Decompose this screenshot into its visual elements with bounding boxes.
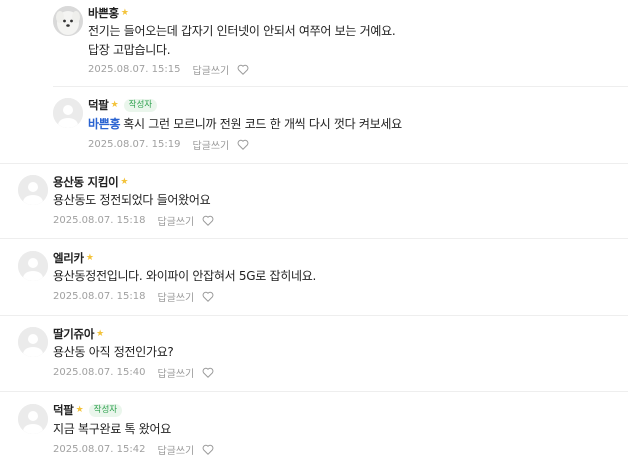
divider (0, 163, 628, 164)
avatar[interactable] (18, 327, 48, 357)
reply-button[interactable]: 답글쓰기 (157, 365, 194, 380)
star-icon: ★ (85, 252, 94, 263)
default-avatar-icon (18, 251, 48, 281)
star-icon: ★ (110, 99, 119, 110)
author-badge: 작성자 (123, 98, 158, 112)
mention-link[interactable]: 바쁜홍 (88, 117, 121, 131)
star-icon: ★ (120, 176, 129, 187)
avatar[interactable] (18, 251, 48, 281)
default-avatar-icon (18, 404, 48, 434)
heart-icon[interactable] (202, 215, 214, 226)
comment-text: 용산동도 정전되었다 들어왔어요 (53, 191, 211, 210)
divider (0, 391, 628, 392)
comment-line: 전기는 들어오는데 갑자기 인터넷이 안되서 여쭈어 보는 거예요. (88, 24, 396, 38)
avatar[interactable] (18, 404, 48, 434)
heart-icon[interactable] (202, 367, 214, 378)
default-avatar-icon (53, 98, 83, 128)
heart-icon[interactable] (237, 139, 249, 150)
comment-author[interactable]: 용산동 지킴이 (53, 174, 119, 190)
divider (0, 315, 628, 316)
star-icon: ★ (96, 328, 105, 339)
avatar[interactable] (18, 175, 48, 205)
comment-date: 2025.08.07. 15:19 (88, 138, 181, 150)
comment-text: 바쁜홍 혹시 그런 모르니까 전원 코드 한 개씩 다시 껏다 켜보세요 (88, 115, 402, 134)
comment-line: 용산동 아직 정전인가요? (53, 345, 174, 359)
comment-date: 2025.08.07. 15:18 (53, 290, 146, 302)
comment-date: 2025.08.07. 15:15 (88, 63, 181, 75)
author-badge: 작성자 (88, 403, 123, 417)
reply-button[interactable]: 답글쓰기 (157, 442, 194, 457)
comment-text: 지금 복구완료 톡 왔어요 (53, 420, 171, 439)
star-icon: ★ (75, 404, 84, 415)
heart-icon[interactable] (202, 444, 214, 455)
comment-author[interactable]: 엘리카 (53, 250, 84, 266)
dog-photo-avatar (53, 6, 83, 36)
comment-line: 혹시 그런 모르니까 전원 코드 한 개씩 다시 껏다 켜보세요 (123, 117, 402, 131)
comment-date: 2025.08.07. 15:18 (53, 214, 146, 226)
divider (0, 238, 628, 239)
avatar[interactable] (53, 98, 83, 128)
comment-text: 용산동 아직 정전인가요? (53, 343, 174, 362)
reply-button[interactable]: 답글쓰기 (157, 289, 194, 304)
reply-button[interactable]: 답글쓰기 (157, 213, 194, 228)
comment-text: 전기는 들어오는데 갑자기 인터넷이 안되서 여쭈어 보는 거예요. 답장 고맙… (88, 22, 396, 60)
star-icon: ★ (120, 7, 129, 18)
avatar[interactable] (53, 6, 83, 36)
comment-line: 지금 복구완료 톡 왔어요 (53, 422, 171, 436)
comment-author[interactable]: 덕팔 (88, 97, 109, 113)
heart-icon[interactable] (237, 64, 249, 75)
comment-author[interactable]: 딸기쥬아 (53, 326, 94, 342)
divider (53, 86, 628, 87)
reply-button[interactable]: 답글쓰기 (192, 62, 229, 77)
comment-author[interactable]: 바쁜홍 (88, 5, 119, 21)
comment-date: 2025.08.07. 15:40 (53, 366, 146, 378)
comment-line: 용산동정전입니다. 와이파이 안잡혀서 5G로 잡히네요. (53, 269, 316, 283)
comment-text: 용산동정전입니다. 와이파이 안잡혀서 5G로 잡히네요. (53, 267, 316, 286)
reply-button[interactable]: 답글쓰기 (192, 137, 229, 152)
comment-line: 용산동도 정전되었다 들어왔어요 (53, 193, 211, 207)
comment-date: 2025.08.07. 15:42 (53, 443, 146, 455)
default-avatar-icon (18, 327, 48, 357)
default-avatar-icon (18, 175, 48, 205)
heart-icon[interactable] (202, 291, 214, 302)
comment-author[interactable]: 덕팔 (53, 402, 74, 418)
comment-line: 답장 고맙습니다. (88, 43, 171, 57)
